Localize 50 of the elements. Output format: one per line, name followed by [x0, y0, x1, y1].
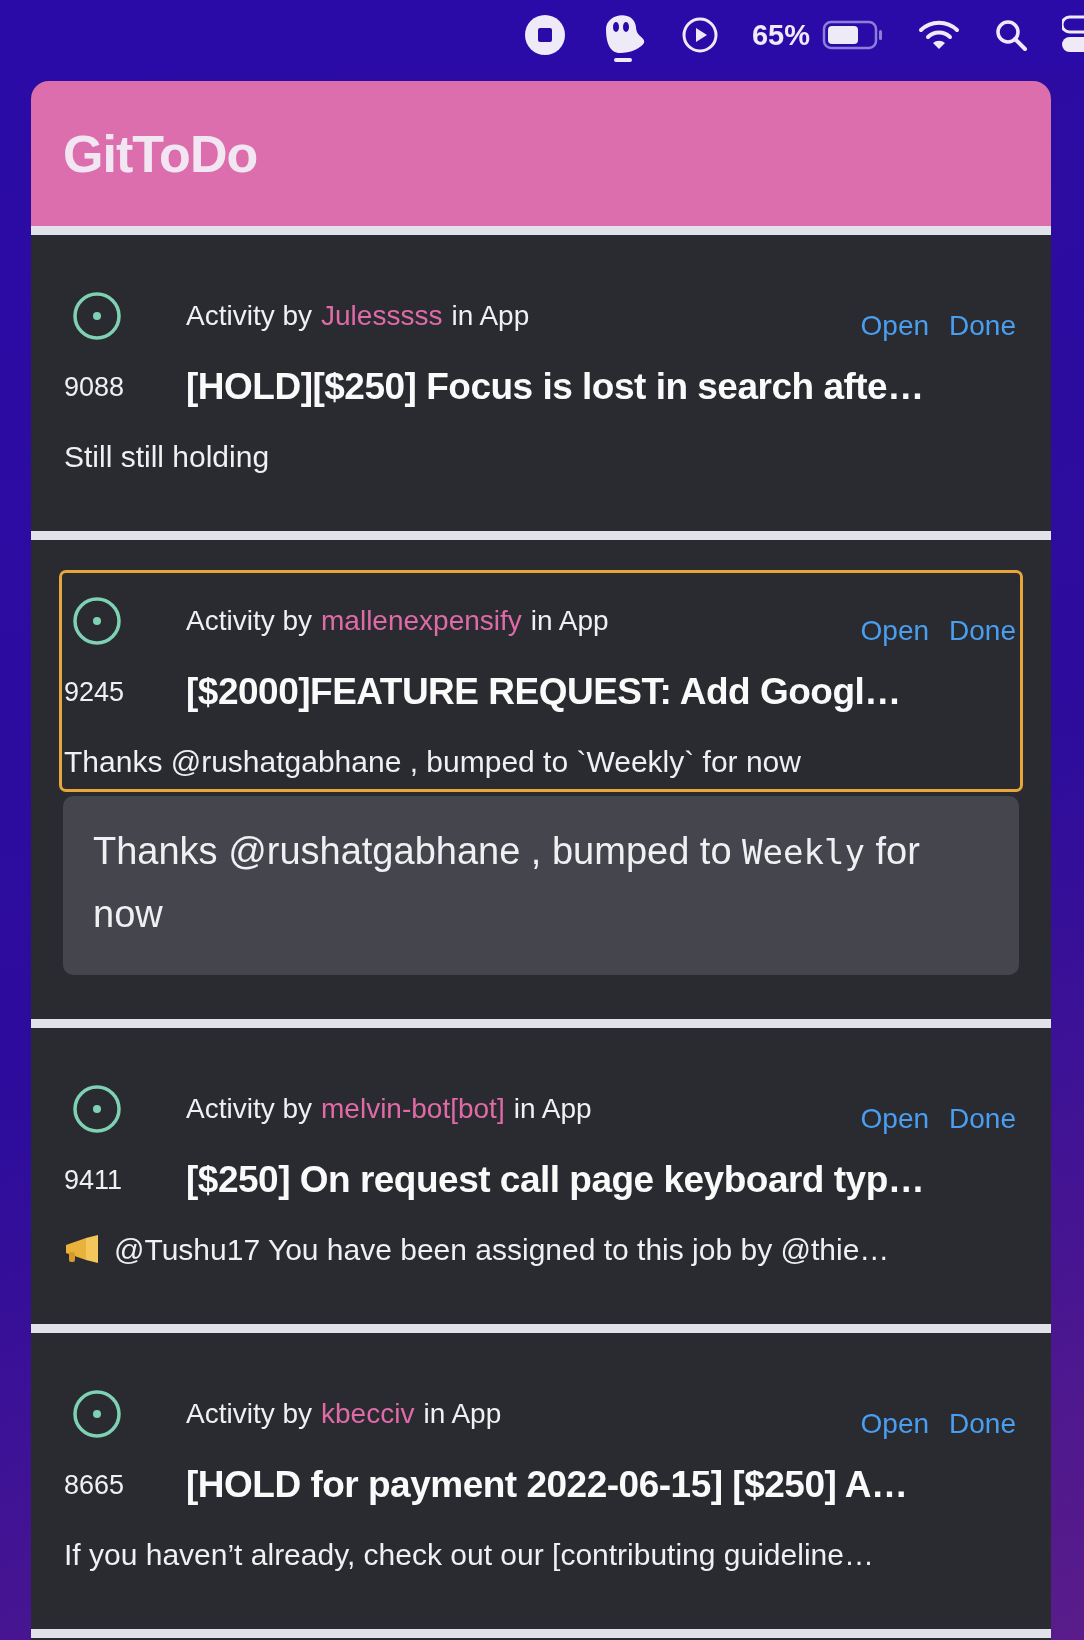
- activity-label: Activity by: [186, 300, 313, 332]
- stop-icon[interactable]: [523, 14, 566, 56]
- action-link[interactable]: Open: [860, 1103, 930, 1136]
- app-title: GitToDo: [63, 123, 258, 184]
- toggle-icon[interactable]: [1062, 15, 1084, 55]
- issue-row[interactable]: Activity by mallenexpensify in App Open Done 9245 [$2000]FEATURE REQUEST: Add Googl… Thanks @rushatgabhane , bumped to `Weekly` for now: [59, 570, 1023, 792]
- activity-label: Activity by: [186, 1398, 313, 1431]
- activity-label: in App: [513, 1093, 592, 1126]
- wifi-icon[interactable]: [918, 19, 960, 51]
- action-link[interactable]: Done: [949, 310, 1016, 342]
- action-link[interactable]: Done: [949, 1408, 1016, 1441]
- issue-number: 9411: [64, 1164, 124, 1196]
- action-link[interactable]: Open: [860, 1408, 930, 1441]
- activity-label: in App: [451, 300, 530, 332]
- issue-title: [HOLD for payment 2022-06-15] [$250] A…: [186, 1464, 909, 1507]
- search-icon[interactable]: [994, 18, 1028, 52]
- status-circle-icon: [71, 1083, 123, 1136]
- issue-number: 9245: [64, 676, 126, 708]
- issue-row[interactable]: Activity by Julesssss in App Open Done 9088 [HOLD][$250] Focus is lost in search afte… Still still holding: [59, 265, 1023, 487]
- status-circle-icon: [71, 290, 123, 342]
- comment-preview: Thanks @rushatgabhane , bumped to `Weekly` for now: [64, 745, 801, 779]
- activity-label: in App: [423, 1398, 502, 1431]
- issue-row[interactable]: Activity by melvin-bot[bot] in App Open Done 9411 [$250] On request call page keyboard typ… @Tushu17 You have been assigned to this job by @thie…: [59, 1058, 1023, 1281]
- issue-number: 9088: [64, 371, 126, 403]
- comment-body: Thanks @rushatgabhane , bumped to Weekly for now: [63, 796, 1019, 976]
- issue-row[interactable]: Activity by kbecciv in App Open Done 8665 [HOLD for payment 2022-06-15] [$250] A… If you haven’t already, check out our [contributing guideline…: [59, 1363, 1023, 1586]
- issue-title: [$2000]FEATURE REQUEST: Add Googl…: [186, 671, 902, 713]
- comment-preview: @Tushu17 You have been assigned to this job by @thie…: [114, 1233, 890, 1268]
- author-name: kbecciv: [321, 1398, 415, 1431]
- status-circle-icon: [71, 1388, 123, 1441]
- issue-number: 8665: [64, 1469, 126, 1501]
- activity-label: Activity by: [186, 605, 313, 637]
- comment-preview: If you haven’t already, check out our [contributing guideline…: [64, 1538, 874, 1573]
- action-link[interactable]: Done: [949, 1103, 1016, 1136]
- action-link[interactable]: Open: [860, 615, 930, 647]
- activity-label: in App: [530, 605, 609, 637]
- activity-label: Activity by: [186, 1093, 313, 1126]
- megaphone-icon: [64, 1235, 100, 1266]
- status-circle-icon: [71, 595, 123, 647]
- action-link[interactable]: Open: [860, 310, 930, 342]
- battery-percentage: 65%: [751, 18, 810, 52]
- comment-preview: Still still holding: [64, 440, 270, 474]
- author-name: melvin-bot[bot]: [321, 1093, 505, 1126]
- author-name: Julesssss: [321, 300, 443, 332]
- play-icon[interactable]: [681, 17, 718, 53]
- action-link[interactable]: Done: [949, 615, 1016, 647]
- issue-title: [HOLD][$250] Focus is lost in search afte…: [186, 366, 925, 408]
- author-name: mallenexpensify: [321, 605, 522, 637]
- issue-title: [$250] On request call page keyboard typ…: [186, 1159, 926, 1202]
- battery-icon[interactable]: [822, 20, 884, 50]
